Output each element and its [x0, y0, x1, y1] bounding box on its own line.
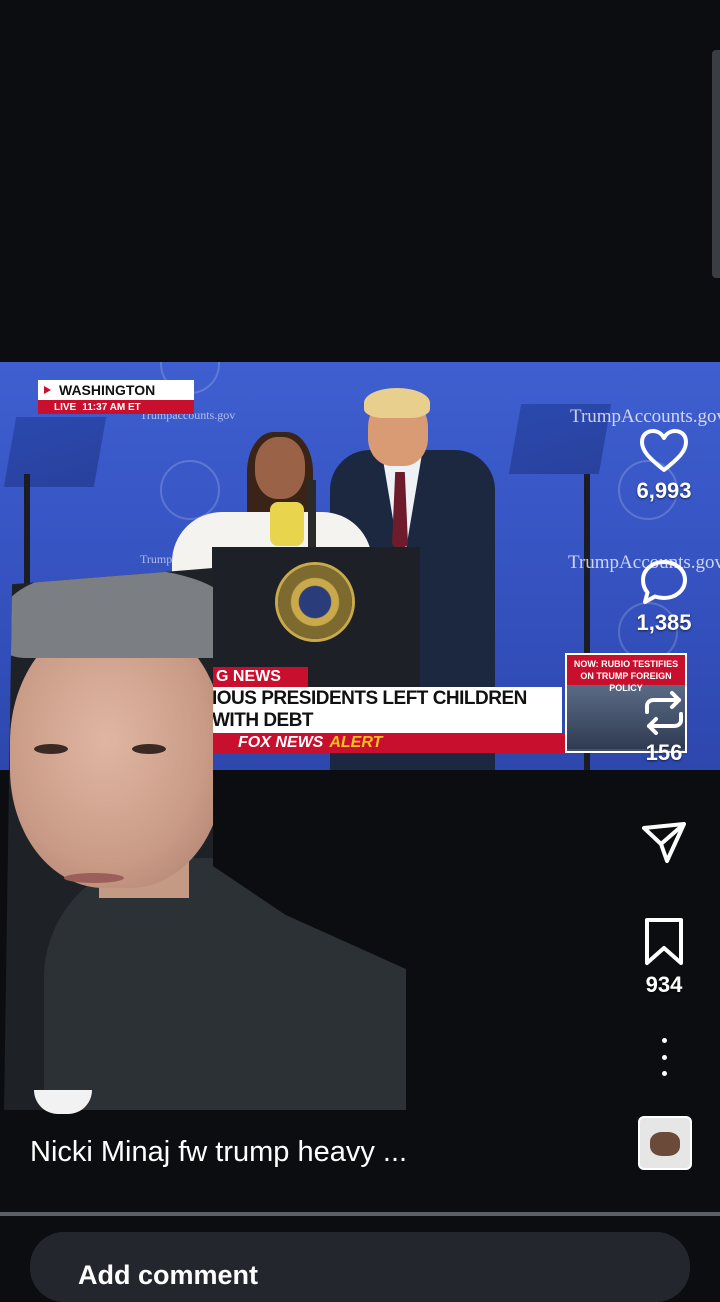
- broadcast-time: 11:37 AM ET: [82, 401, 141, 413]
- live-label: LIVE: [54, 401, 77, 413]
- comment-placeholder: Add comment: [78, 1260, 259, 1290]
- audio-thumbnail[interactable]: [638, 1116, 692, 1170]
- repost-button[interactable]: 156: [623, 690, 705, 766]
- alert-bar: FOX NEWS ALERT: [212, 733, 588, 753]
- watermark-text: TrumpAccounts.gov: [570, 406, 720, 427]
- repost-icon: [645, 691, 683, 735]
- teleprompter-left: [3, 417, 107, 487]
- avatar[interactable]: [34, 1090, 92, 1114]
- like-button[interactable]: 6,993: [623, 428, 705, 504]
- video-progress-bar[interactable]: [0, 1212, 720, 1216]
- guest-collar: [270, 502, 304, 546]
- headline-chyron: IOUS PRESIDENTS LEFT CHILDREN WITH DEBT: [212, 687, 562, 733]
- presidential-seal: [278, 565, 352, 639]
- save-button[interactable]: 934: [623, 916, 705, 998]
- microphone: [308, 480, 316, 550]
- more-options-button[interactable]: [652, 1038, 676, 1076]
- breaking-news-tab: G NEWS: [212, 667, 308, 687]
- audio-thumbnail-image: [650, 1132, 680, 1156]
- share-button[interactable]: [623, 820, 705, 866]
- more-vertical-icon: [661, 1054, 667, 1060]
- alert-network: FOX NEWS: [238, 734, 324, 751]
- more-vertical-icon: [661, 1071, 667, 1076]
- pip-eye: [132, 744, 166, 754]
- save-count: 934: [645, 972, 683, 997]
- repost-count: 156: [645, 740, 683, 765]
- comment-bubble-icon: [641, 560, 687, 604]
- like-count: 6,993: [636, 478, 692, 503]
- pip-mouth: [64, 873, 124, 883]
- pip-eye: [34, 744, 68, 754]
- alert-word: ALERT: [329, 734, 383, 751]
- location-label: WASHINGTON: [59, 382, 156, 398]
- send-icon: [642, 822, 686, 863]
- speaker-hair: [364, 388, 430, 418]
- bookmark-icon: [645, 918, 683, 965]
- background-seal: [160, 460, 220, 520]
- live-arrow-icon: [44, 386, 51, 394]
- post-caption[interactable]: Nicki Minaj fw trump heavy ...: [30, 1136, 407, 1169]
- scroll-indicator[interactable]: [712, 50, 720, 278]
- more-vertical-icon: [661, 1038, 667, 1043]
- guest-head: [255, 437, 305, 499]
- comment-count: 1,385: [636, 610, 692, 635]
- heart-icon: [640, 429, 688, 472]
- inset-title: NOW: RUBIO TESTIFIES ON TRUMP FOREIGN PO…: [567, 655, 685, 693]
- location-bug: WASHINGTON LIVE 11:37 AM ET: [38, 380, 194, 416]
- comment-input[interactable]: Add comment: [30, 1232, 690, 1302]
- comment-button[interactable]: 1,385: [623, 558, 705, 636]
